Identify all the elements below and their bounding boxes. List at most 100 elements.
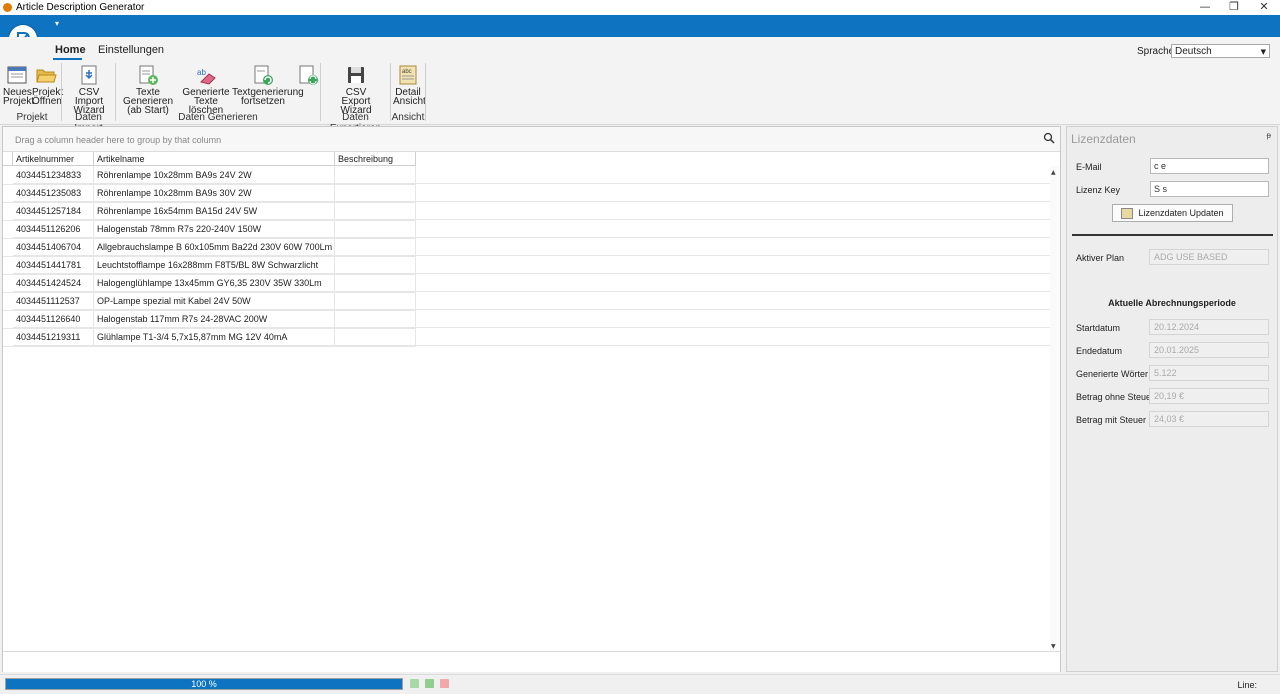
generate-text-icon — [137, 64, 159, 86]
cell-description[interactable] — [335, 166, 416, 184]
active-plan-label: Aktiver Plan — [1076, 253, 1125, 263]
cell-article-name[interactable]: Glühlampe T1-3/4 5,7x15,87mm MG 12V 40mA — [94, 328, 335, 346]
quick-access-dropdown-icon[interactable]: ▾ — [55, 19, 59, 28]
csv-import-wizard-button[interactable]: CSV Import Wizard — [65, 64, 113, 116]
license-panel: Lizenzdaten ᵽ E-Mail c e Lizenz Key S s … — [1066, 126, 1278, 672]
cell-article-name[interactable]: Halogenstab 117mm R7s 24-28VAC 200W — [94, 310, 335, 328]
cell-description[interactable] — [335, 310, 416, 328]
search-icon[interactable] — [1043, 132, 1055, 147]
column-header-description[interactable]: Beschreibung — [335, 152, 416, 166]
cell-article-name[interactable]: Allgebrauchslampe B 60x105mm Ba22d 230V … — [94, 238, 335, 256]
detail-view-icon: abc — [397, 64, 419, 86]
cell-description[interactable] — [335, 220, 416, 238]
cell-article-number[interactable]: 4034451424524 — [13, 274, 94, 292]
detail-view-label-2: Ansicht — [393, 96, 426, 107]
cell-article-number[interactable]: 4034451112537 — [13, 292, 94, 310]
progress-text: 100 % — [191, 679, 217, 689]
license-key-field[interactable]: S s — [1150, 181, 1269, 197]
cell-article-number[interactable]: 4034451441781 — [13, 256, 94, 274]
cell-article-number[interactable]: 4034451126206 — [13, 220, 94, 238]
cell-article-name[interactable]: Röhrenlampe 16x54mm BA15d 24V 5W — [94, 202, 335, 220]
cell-article-name[interactable]: Halogenglühlampe 13x45mm GY6,35 230V 35W… — [94, 274, 335, 292]
row-indicator-header — [3, 152, 13, 166]
update-license-button[interactable]: Lizenzdaten Updaten — [1112, 204, 1233, 222]
cell-article-number[interactable]: 4034451235083 — [13, 184, 94, 202]
article-grid: Drag a column header here to group by th… — [2, 126, 1061, 672]
cell-description[interactable] — [335, 256, 416, 274]
tab-settings[interactable]: Einstellungen — [98, 44, 164, 56]
row-gridline — [13, 183, 1050, 184]
refresh-texts-button[interactable] — [297, 64, 319, 88]
email-label: E-Mail — [1076, 162, 1102, 172]
row-gridline — [13, 309, 1050, 310]
cell-article-name[interactable]: Röhrenlampe 10x28mm BA9s 30V 2W — [94, 184, 335, 202]
refresh-text-icon — [297, 64, 319, 86]
csv-export-wizard-button[interactable]: CSV Export Wizard — [333, 64, 379, 116]
generate-texts-button[interactable]: Texte Generieren (ab Start) — [117, 64, 179, 116]
update-license-label: Lizenzdaten Updaten — [1138, 208, 1224, 218]
delete-generated-texts-button[interactable]: ab Generierte Texte löschen — [181, 64, 231, 116]
csv-export-label-1: CSV Export — [341, 87, 371, 107]
cell-description[interactable] — [335, 184, 416, 202]
billing-period-title: Aktuelle Abrechnungsperiode — [1108, 298, 1236, 308]
cell-article-number[interactable]: 4034451219311 — [13, 328, 94, 346]
restore-button[interactable]: ❐ — [1219, 0, 1249, 15]
tab-home[interactable]: Home — [55, 44, 86, 56]
column-header-article-number[interactable]: Artikelnummer — [13, 152, 94, 166]
row-gridline — [13, 327, 1050, 328]
new-project-button[interactable]: Neues Projekt — [3, 64, 34, 107]
status-ok-icon[interactable] — [410, 679, 419, 688]
scroll-down-icon[interactable]: ▼ — [1051, 643, 1056, 650]
generate-texts-label-1: Texte Generieren — [122, 87, 174, 107]
amount-gross-field: 24,03 € — [1149, 411, 1269, 427]
cell-description[interactable] — [335, 292, 416, 310]
email-field[interactable]: c e — [1150, 158, 1269, 174]
group-label-view: Ansicht — [391, 112, 425, 123]
scroll-up-icon[interactable]: ▲ — [1051, 169, 1056, 176]
save-disk-icon — [345, 64, 367, 86]
cell-article-number[interactable]: 4034451406704 — [13, 238, 94, 256]
cell-article-number[interactable]: 4034451234833 — [13, 166, 94, 184]
group-separator — [425, 63, 426, 121]
cell-article-name[interactable]: Halogenstab 78mm R7s 220-240V 150W — [94, 220, 335, 238]
window-title: Article Description Generator — [16, 2, 145, 13]
minimize-button[interactable]: — — [1190, 0, 1220, 15]
folder-open-icon — [35, 64, 57, 86]
status-add-icon[interactable] — [425, 679, 434, 688]
app-icon — [3, 3, 12, 12]
open-project-button[interactable]: Projekt Öffnen — [32, 64, 63, 107]
continue-generation-label-2: fortsetzen — [241, 96, 285, 107]
chevron-down-icon: ▼ — [1260, 48, 1266, 56]
row-gridline — [13, 219, 1050, 220]
divider — [1072, 234, 1273, 236]
continue-text-icon — [252, 64, 274, 86]
start-date-label: Startdatum — [1076, 323, 1121, 333]
column-header-article-name[interactable]: Artikelname — [94, 152, 335, 166]
cell-article-name[interactable]: Röhrenlampe 10x28mm BA9s 24V 2W — [94, 166, 335, 184]
continue-generation-button[interactable]: Textgenerierung fortsetzen — [232, 64, 304, 107]
end-date-label: Endedatum — [1076, 346, 1123, 356]
group-by-panel[interactable]: Drag a column header here to group by th… — [3, 127, 1060, 152]
tab-home-indicator — [53, 58, 82, 60]
pin-icon[interactable]: ᵽ — [1267, 131, 1271, 140]
close-button[interactable]: ✕ — [1249, 0, 1279, 15]
cell-article-number[interactable]: 4034451126640 — [13, 310, 94, 328]
vertical-scrollbar[interactable]: ▲ ▼ — [1050, 166, 1060, 651]
status-cancel-icon[interactable] — [440, 679, 449, 688]
generated-words-label: Generierte Wörter — [1076, 369, 1149, 379]
row-gridline — [13, 273, 1050, 274]
cell-description[interactable] — [335, 202, 416, 220]
cell-article-name[interactable]: Leuchtstofflampe 16x288mm F8T5/BL 8W Sch… — [94, 256, 335, 274]
quick-access-bar — [0, 15, 1280, 37]
group-label-generate: Daten Generieren — [178, 112, 258, 123]
license-update-icon — [1121, 208, 1134, 220]
language-select[interactable]: Deutsch ▼ — [1171, 44, 1270, 58]
license-panel-title: Lizenzdaten — [1071, 132, 1136, 146]
cell-description[interactable] — [335, 274, 416, 292]
detail-view-button[interactable]: abc Detail Ansicht — [393, 64, 426, 107]
cell-article-number[interactable]: 4034451257184 — [13, 202, 94, 220]
cell-description[interactable] — [335, 238, 416, 256]
cell-description[interactable] — [335, 328, 416, 346]
group-label-project: Projekt — [16, 112, 48, 123]
cell-article-name[interactable]: OP-Lampe spezial mit Kabel 24V 50W — [94, 292, 335, 310]
